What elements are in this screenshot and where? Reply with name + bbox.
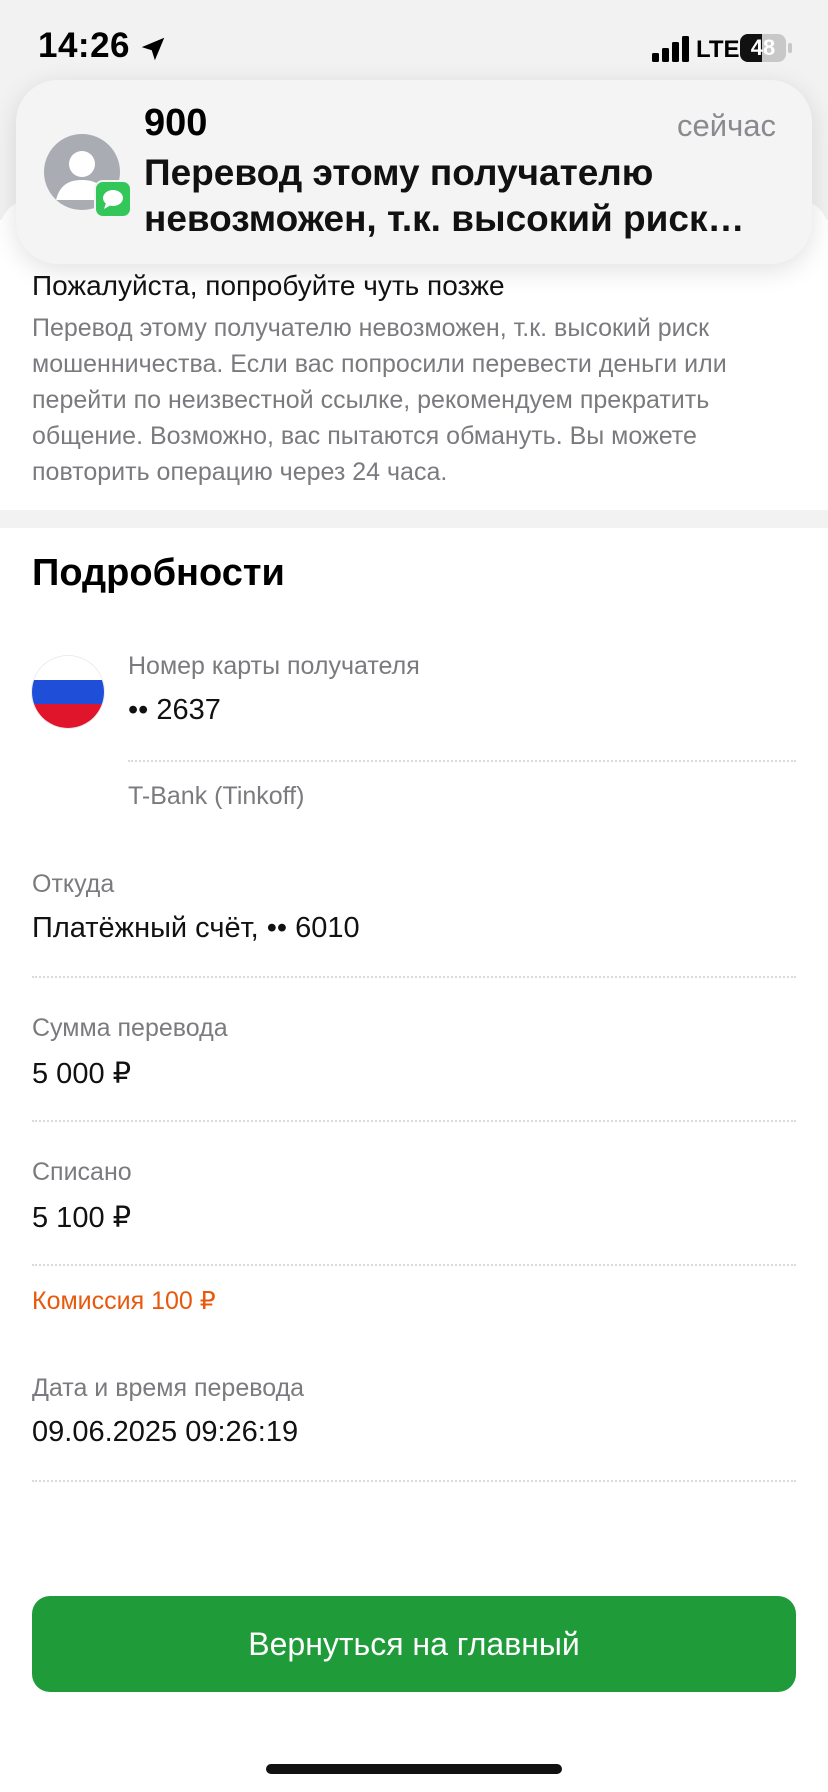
push-notification[interactable]: 900 сейчас Перевод этому получателю нево…	[16, 80, 812, 264]
from-label: Откуда	[32, 870, 115, 898]
row-divider	[32, 1120, 796, 1122]
datetime-value: 09.06.2025 09:26:19	[32, 1416, 299, 1448]
amount-value: 5 000 ₽	[32, 1058, 132, 1090]
battery-level: 48	[750, 35, 776, 60]
recipient-card-value: •• 2637	[128, 694, 221, 726]
charged-value: 5 100 ₽	[32, 1202, 132, 1234]
section-divider	[0, 510, 828, 528]
messages-app-icon	[94, 180, 132, 218]
status-time: 14:26	[38, 26, 131, 65]
datetime-label: Дата и время перевода	[32, 1374, 305, 1402]
row-divider	[32, 1480, 796, 1482]
network-type: LTE	[696, 36, 740, 63]
from-value: Платёжный счёт, •• 6010	[32, 912, 360, 944]
commission-text: Комиссия 100 ₽	[32, 1287, 216, 1315]
return-home-button[interactable]: Вернуться на главный	[32, 1596, 796, 1692]
charged-label: Списано	[32, 1158, 132, 1186]
recipient-bank: T-Bank (Tinkoff)	[128, 782, 305, 810]
russia-flag-icon	[32, 656, 104, 728]
notification-sender: 900	[144, 102, 208, 144]
cellular-signal-icon	[652, 36, 689, 62]
row-divider	[128, 760, 796, 762]
notification-time: сейчас	[677, 108, 776, 143]
row-divider	[32, 1264, 796, 1266]
home-indicator[interactable]	[266, 1764, 562, 1774]
location-arrow-icon	[141, 37, 165, 61]
notification-body: Перевод этому получателю невозможен, т.к…	[144, 152, 745, 239]
alert-title: Пожалуйста, попробуйте чуть позже	[32, 270, 505, 301]
row-divider	[32, 976, 796, 978]
amount-label: Сумма перевода	[32, 1014, 228, 1042]
recipient-card-label: Номер карты получателя	[128, 652, 420, 680]
details-heading: Подробности	[32, 552, 285, 594]
alert-description: Перевод этому получателю невозможен, т.к…	[32, 314, 727, 486]
battery-icon: 48	[740, 34, 792, 64]
